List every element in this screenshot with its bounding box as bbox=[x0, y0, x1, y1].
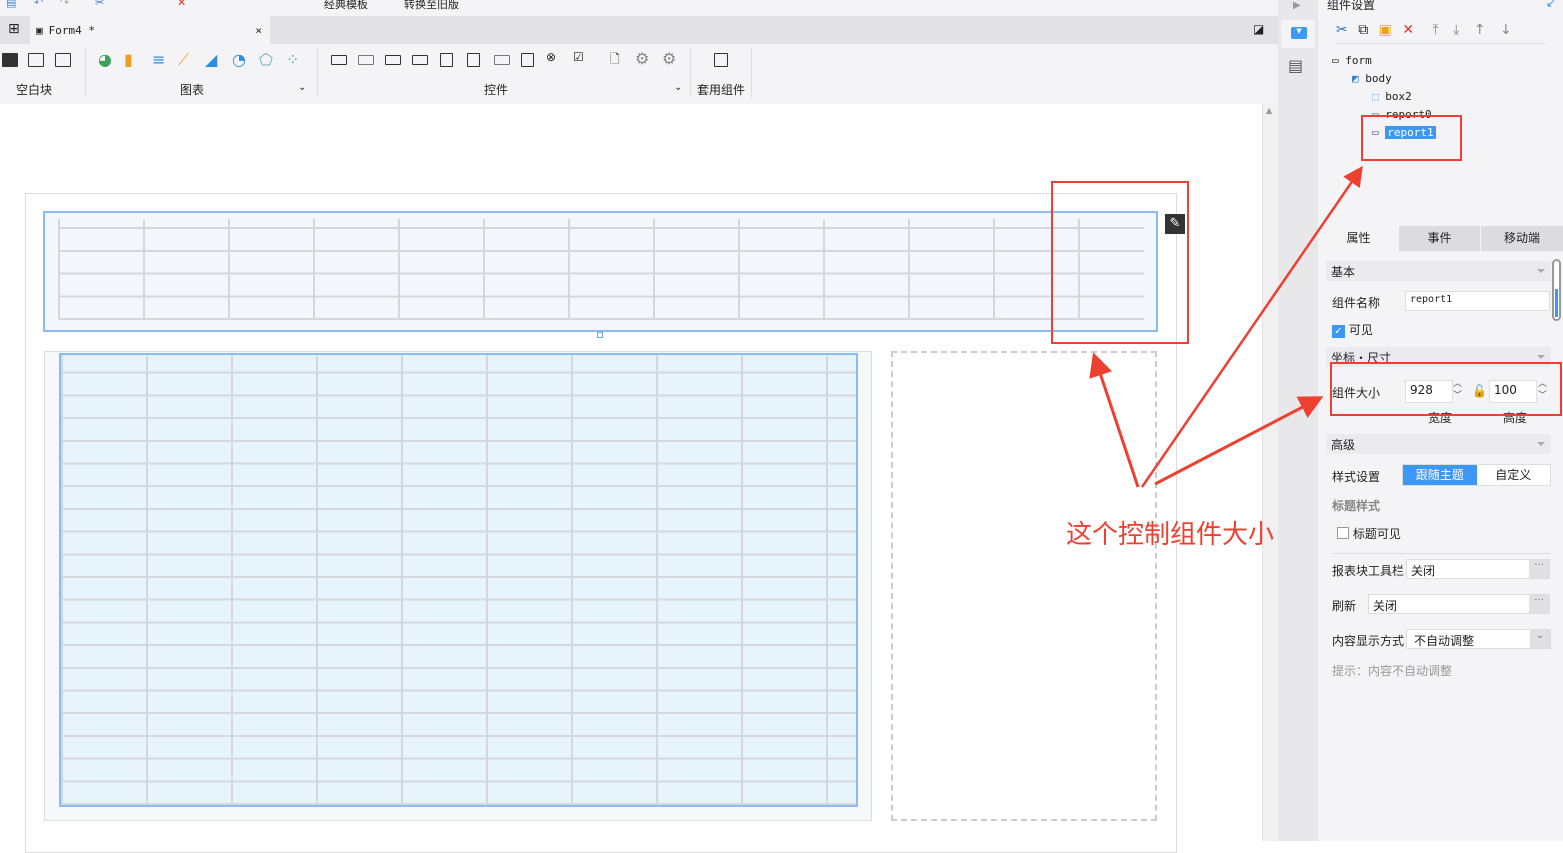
arrow bbox=[1140, 165, 1363, 488]
annotation-arrows bbox=[1089, 165, 1363, 488]
arrow bbox=[1154, 396, 1324, 486]
arrow bbox=[1089, 352, 1140, 488]
annotation-text: 这个控制组件大小 bbox=[1066, 520, 1275, 550]
